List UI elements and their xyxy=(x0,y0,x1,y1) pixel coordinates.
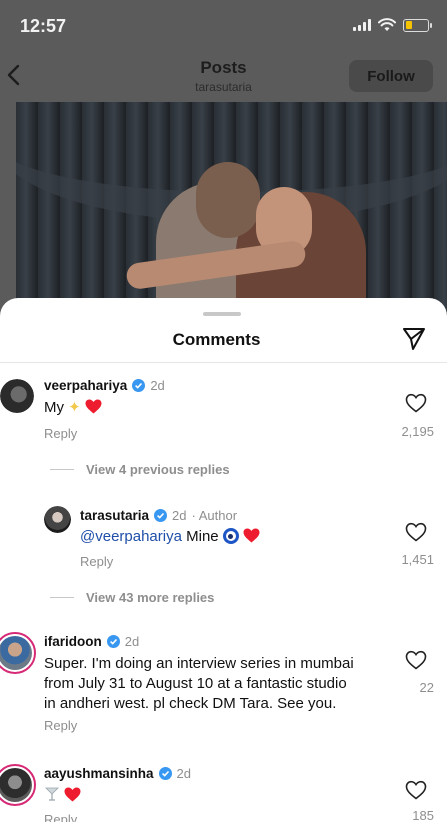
view-more-replies[interactable]: View 43 more replies xyxy=(50,590,214,605)
comment-username[interactable]: tarasutaria xyxy=(80,508,149,523)
comment-item: ifaridoon 2d Super. I'm doing an intervi… xyxy=(0,632,447,742)
comment-time: 2d xyxy=(172,508,187,523)
follow-button[interactable]: Follow xyxy=(349,60,433,92)
comment-header: veerpahariya 2d xyxy=(44,378,165,393)
comments-title: Comments xyxy=(172,330,261,349)
comment-item: aayushmansinha 2d Reply 185 xyxy=(0,764,447,822)
author-tag: · Author xyxy=(191,508,238,523)
reply-button[interactable]: Reply xyxy=(44,426,77,441)
comment-time: 2d xyxy=(150,378,165,393)
status-icons xyxy=(353,18,432,32)
verified-badge-icon xyxy=(132,379,146,392)
comment-username[interactable]: aayushmansinha xyxy=(44,766,154,781)
mention-link[interactable]: @veerpahariya xyxy=(80,528,182,545)
like-count: 2,195 xyxy=(401,424,434,439)
wifi-icon xyxy=(378,18,396,31)
cocktail-glass-emoji-icon xyxy=(45,787,59,801)
nazar-amulet-emoji-icon xyxy=(222,528,239,544)
comment-text: My ✦ xyxy=(44,398,102,418)
reply-button[interactable]: Reply xyxy=(44,718,77,733)
reply-button[interactable]: Reply xyxy=(44,812,77,822)
like-count: 22 xyxy=(419,680,434,695)
comment-item: veerpahariya 2d My ✦ Reply 2,195 xyxy=(0,376,447,448)
post-image xyxy=(16,102,447,330)
view-previous-replies[interactable]: View 4 previous replies xyxy=(50,462,230,477)
like-heart-icon[interactable] xyxy=(405,780,427,800)
red-heart-emoji-icon xyxy=(243,528,260,543)
comment-text: @veerpahariya Mine xyxy=(80,527,260,547)
status-bar: 12:57 xyxy=(0,0,447,52)
comment-text xyxy=(44,786,81,806)
sparkle-emoji-icon: ✦ xyxy=(68,399,81,416)
comment-username[interactable]: ifaridoon xyxy=(44,634,102,649)
like-count: 1,451 xyxy=(401,552,434,567)
comment-time: 2d xyxy=(176,766,192,781)
avatar[interactable] xyxy=(0,379,34,413)
verified-badge-icon xyxy=(106,635,120,648)
red-heart-emoji-icon xyxy=(85,399,102,414)
avatar[interactable] xyxy=(44,506,71,533)
comment-text: Super. I'm doing an interview series in … xyxy=(44,655,354,712)
like-count: 185 xyxy=(412,808,434,822)
reply-button[interactable]: Reply xyxy=(80,554,113,569)
verified-badge-icon xyxy=(154,509,168,522)
comment-header: aayushmansinha 2d xyxy=(44,766,191,781)
comment-time: 2d xyxy=(124,634,140,649)
comment-username[interactable]: veerpahariya xyxy=(44,378,127,393)
comment-item: tarasutaria 2d · Author @veerpahariya Mi… xyxy=(0,506,447,578)
comment-header: ifaridoon 2d xyxy=(44,634,139,649)
divider xyxy=(0,362,447,363)
like-heart-icon[interactable] xyxy=(405,522,427,542)
battery-icon xyxy=(403,18,432,32)
share-icon[interactable] xyxy=(401,326,427,352)
like-heart-icon[interactable] xyxy=(405,650,427,670)
red-heart-emoji-icon xyxy=(64,787,81,802)
verified-badge-icon xyxy=(158,767,172,780)
signal-icon xyxy=(353,19,371,31)
sheet-drag-handle[interactable] xyxy=(203,312,241,316)
avatar[interactable] xyxy=(0,764,36,806)
avatar[interactable] xyxy=(0,632,36,674)
comments-sheet: Comments veerpahariya 2d My ✦ Reply 2,19… xyxy=(0,298,447,822)
posts-header: Posts tarasutaria Follow xyxy=(0,52,447,102)
like-heart-icon[interactable] xyxy=(405,393,427,413)
status-time: 12:57 xyxy=(20,16,67,36)
comment-header: tarasutaria 2d · Author xyxy=(80,508,237,523)
